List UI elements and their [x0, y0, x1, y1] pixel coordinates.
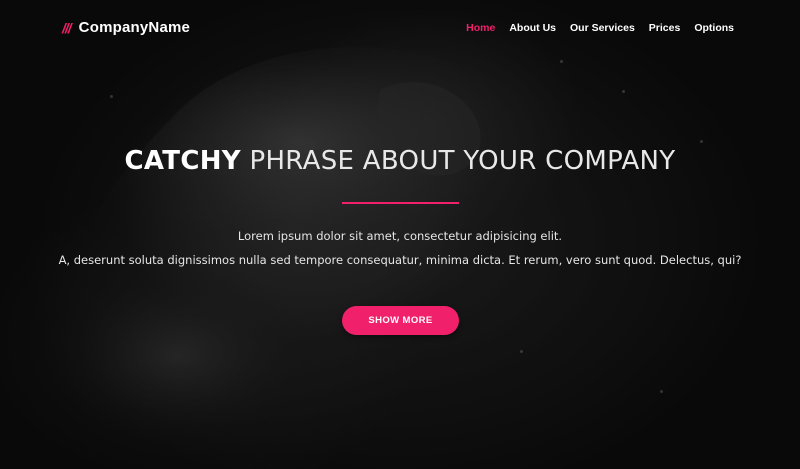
headline-emphasis: CATCHY [124, 146, 241, 176]
brand-name: CompanyName [78, 19, 191, 36]
top-navbar: /// CompanyName Home About Us Our Servic… [0, 0, 800, 60]
hero-lead-line-1: Lorem ipsum dolor sit amet, consectetur … [237, 229, 563, 243]
hero-lead-line-2: A, deserunt soluta dignissimos nulla sed… [58, 253, 742, 267]
nav-item-options[interactable]: Options [694, 22, 734, 34]
headline-divider [342, 202, 459, 204]
nav-item-home[interactable]: Home [466, 22, 495, 34]
hero-headline: CATCHY PHRASE ABOUT YOUR COMPANY [0, 146, 800, 176]
nav-item-prices[interactable]: Prices [649, 22, 681, 34]
nav-item-about-us[interactable]: About Us [509, 22, 556, 34]
headline-rest: PHRASE ABOUT YOUR COMPANY [249, 146, 676, 176]
hero-section: /// CompanyName Home About Us Our Servic… [0, 0, 800, 469]
main-nav: Home About Us Our Services Prices Option… [466, 22, 734, 34]
show-more-button[interactable]: SHOW MORE [342, 306, 459, 335]
brand-logo[interactable]: /// CompanyName [62, 19, 190, 36]
nav-item-our-services[interactable]: Our Services [570, 22, 635, 34]
brand-slashes: /// [62, 19, 72, 36]
